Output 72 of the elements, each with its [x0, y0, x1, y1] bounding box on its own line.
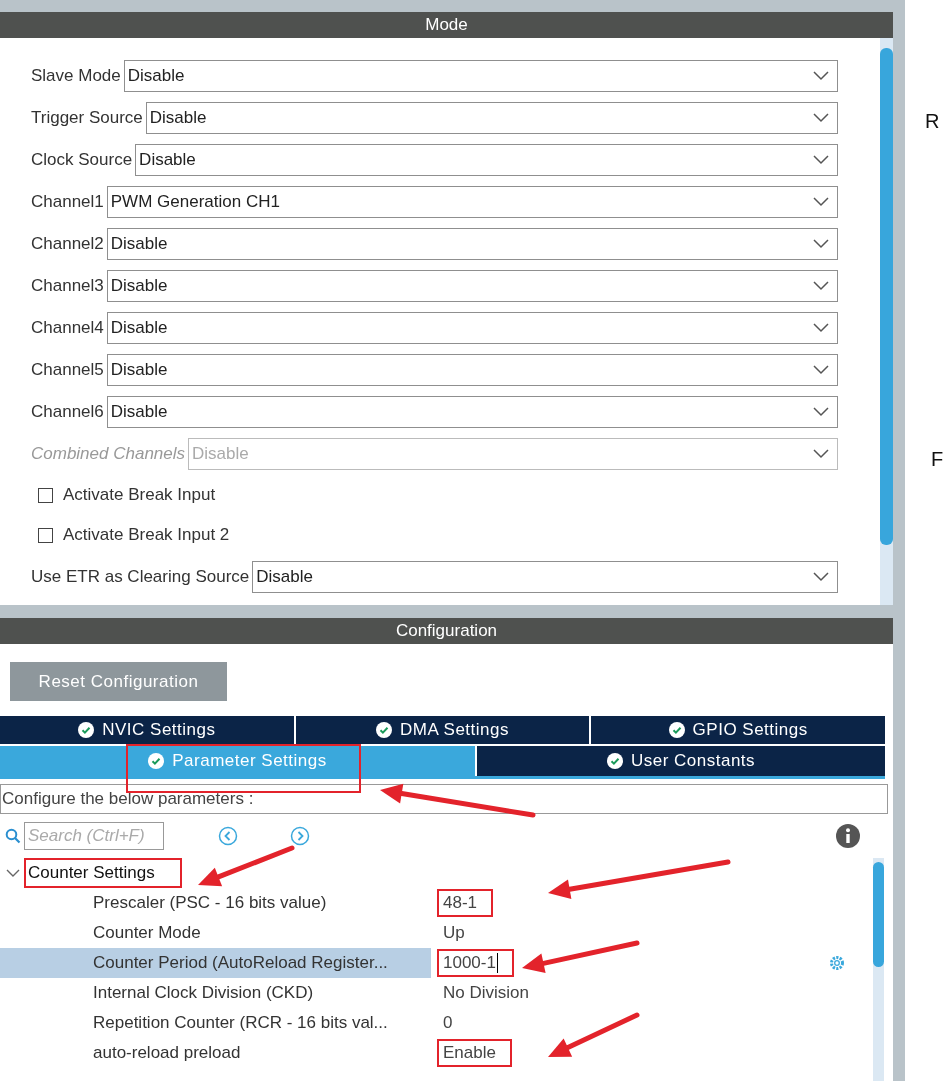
- panel-header: Mode: [0, 12, 893, 38]
- field-label: Combined Channels: [31, 444, 186, 464]
- search-icon: [5, 828, 21, 844]
- settings-icon[interactable]: [828, 954, 846, 972]
- field-label: Channel2: [31, 234, 104, 254]
- description-field: Configure the below parameters :: [0, 784, 888, 814]
- chevron-down-icon: [813, 365, 829, 375]
- check-circle-icon: [668, 722, 685, 738]
- dropdown: Disable: [188, 438, 838, 470]
- chevron-down-icon: [813, 155, 829, 165]
- tab[interactable]: User Constants: [477, 746, 885, 776]
- checkbox-label: Activate Break Input 2: [63, 525, 230, 545]
- tab[interactable]: DMA Settings: [295, 716, 590, 744]
- scrollbar[interactable]: [880, 38, 893, 605]
- parameter-label[interactable]: Repetition Counter (RCR - 16 bits val...: [0, 1008, 431, 1038]
- parameter-label[interactable]: auto-reload preload: [0, 1038, 431, 1068]
- parameter-label[interactable]: Prescaler (PSC - 16 bits value): [0, 888, 431, 918]
- chevron-down-icon: [813, 71, 829, 81]
- dropdown[interactable]: Disable: [123, 60, 838, 92]
- check-circle-icon: [148, 753, 165, 769]
- chevron-down-icon: [813, 572, 829, 582]
- next-icon[interactable]: [290, 826, 310, 846]
- tab[interactable]: GPIO Settings: [591, 716, 885, 744]
- field-label: Channel3: [31, 276, 104, 296]
- checkbox-label: Activate Break Input: [63, 485, 216, 505]
- tab[interactable]: NVIC Settings: [0, 716, 294, 744]
- cut-off-text: F: [931, 448, 944, 471]
- dropdown[interactable]: Disable: [106, 312, 838, 344]
- field-label: Trigger Source: [31, 108, 143, 128]
- value-field[interactable]: 1000-1: [437, 949, 514, 977]
- field-label: Use ETR as Clearing Source: [31, 567, 250, 587]
- dropdown[interactable]: Disable: [252, 561, 838, 593]
- field-label: Channel6: [31, 402, 104, 422]
- field-label: Slave Mode: [31, 66, 121, 86]
- cut-off-text: R: [925, 110, 940, 133]
- parameter-label[interactable]: Counter Mode: [0, 918, 431, 948]
- chevron-down-icon: [813, 239, 829, 249]
- parameter-label[interactable]: Counter Period (AutoReload Register...: [0, 948, 431, 978]
- check-circle-icon: [78, 722, 95, 738]
- chevron-down-icon: [813, 407, 829, 417]
- info-icon[interactable]: [836, 824, 860, 848]
- dropdown[interactable]: PWM Generation CH1: [106, 186, 838, 218]
- chevron-down-icon: [813, 197, 829, 207]
- check-circle-icon: [606, 753, 623, 769]
- previous-icon[interactable]: [218, 826, 238, 846]
- parameter-label[interactable]: Internal Clock Division (CKD): [0, 978, 431, 1008]
- dropdown[interactable]: Disable: [145, 102, 838, 134]
- field-label: Channel5: [31, 360, 104, 380]
- check-circle-icon: [376, 722, 392, 738]
- dropdown[interactable]: Disable: [106, 354, 838, 386]
- search-field[interactable]: Search (Ctrl+F): [24, 822, 164, 850]
- tree-group-label[interactable]: Counter Settings: [24, 858, 182, 888]
- parameter-value: Up: [442, 922, 466, 944]
- dropdown[interactable]: Disable: [135, 144, 838, 176]
- chevron-down-icon: [813, 281, 829, 291]
- panel-header: Configuration: [0, 618, 893, 644]
- field-label: Clock Source: [31, 150, 133, 170]
- dropdown[interactable]: Disable: [106, 396, 838, 428]
- checkbox[interactable]: [38, 487, 53, 503]
- parameter-value: Enable: [437, 1039, 512, 1067]
- field-label: Channel1: [31, 192, 104, 212]
- parameter-value: 0: [442, 1012, 454, 1034]
- dropdown[interactable]: Disable: [106, 228, 838, 260]
- dropdown[interactable]: Disable: [106, 270, 838, 302]
- parameter-value: 48-1: [437, 889, 494, 917]
- chevron-down-icon: [813, 449, 829, 459]
- chevron-down-icon: [813, 323, 829, 333]
- checkbox[interactable]: [38, 527, 53, 543]
- chevron-down-icon: [813, 113, 829, 123]
- parameter-value: No Division: [442, 982, 530, 1004]
- field-label: Channel4: [31, 318, 104, 338]
- scrollbar[interactable]: [873, 858, 884, 1081]
